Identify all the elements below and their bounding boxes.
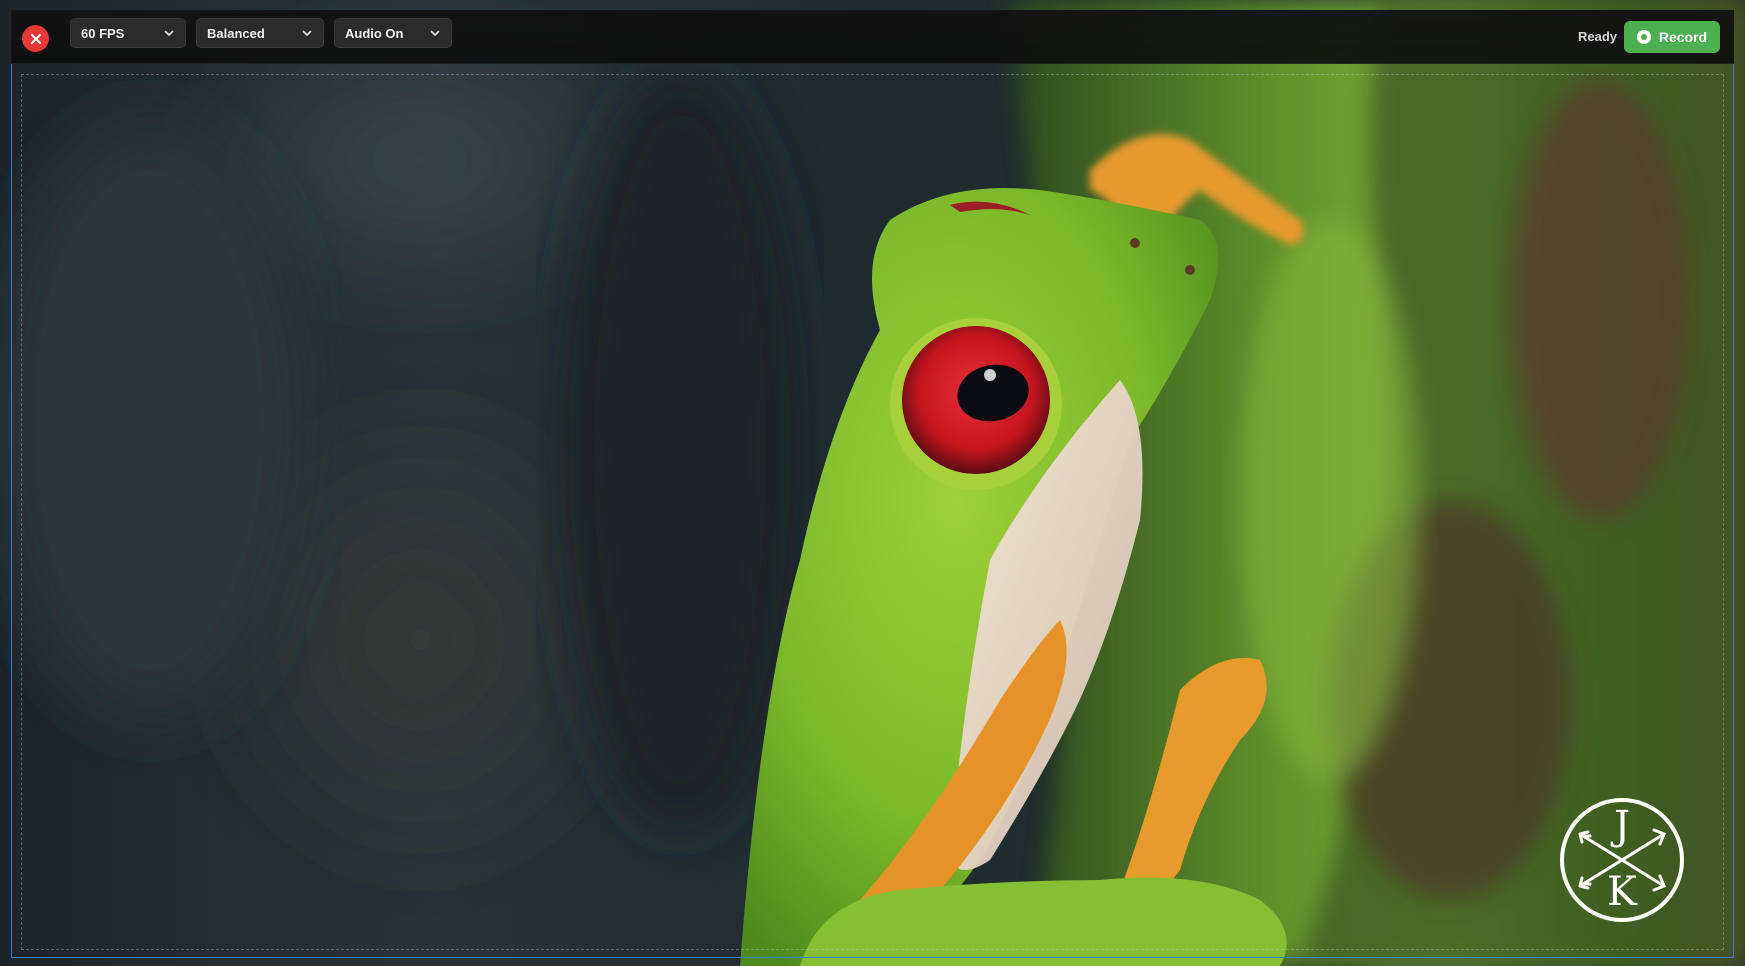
logo-letter-bottom: K <box>1607 869 1637 915</box>
record-button[interactable]: Record <box>1624 21 1720 53</box>
audio-select[interactable]: Audio On <box>334 18 452 48</box>
fps-select[interactable]: 60 FPS <box>70 18 186 48</box>
fps-select-value: 60 FPS <box>81 25 125 41</box>
audio-select-value: Audio On <box>345 25 404 41</box>
quality-select[interactable]: Balanced <box>196 18 324 48</box>
chevron-down-icon <box>430 30 440 36</box>
preview-image <box>0 0 1745 966</box>
watermark-logo: J K <box>1558 796 1686 924</box>
quality-select-value: Balanced <box>207 25 265 41</box>
logo-letter-top: J <box>1613 803 1631 849</box>
status-text: Ready <box>1578 29 1618 44</box>
chevron-down-icon <box>164 30 174 36</box>
close-icon <box>30 33 41 44</box>
record-button-label: Record <box>1658 29 1708 45</box>
close-button[interactable] <box>22 25 49 52</box>
recorder-stage: 60 FPS Balanced Audio On Ready Record J … <box>0 0 1745 966</box>
chevron-down-icon <box>302 30 312 36</box>
record-icon <box>1636 30 1651 44</box>
